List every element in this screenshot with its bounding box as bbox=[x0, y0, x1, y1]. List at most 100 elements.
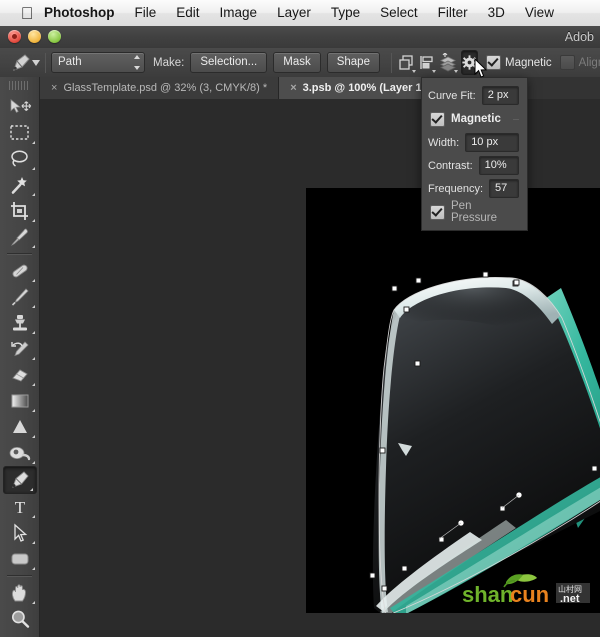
contrast-label: Contrast: bbox=[428, 159, 473, 172]
minimize-button[interactable] bbox=[28, 30, 41, 43]
path-operations-icon[interactable] bbox=[397, 51, 417, 75]
width-input[interactable]: 10 px bbox=[465, 133, 519, 152]
magnetic-option[interactable]: Magnetic bbox=[485, 55, 552, 70]
history-brush-tool[interactable] bbox=[2, 336, 38, 362]
zoom-button[interactable] bbox=[48, 30, 61, 43]
image-artwork bbox=[306, 188, 600, 613]
menu-item-file[interactable]: File bbox=[125, 0, 167, 26]
lasso-tool[interactable] bbox=[2, 146, 38, 172]
panel-drag-grip[interactable] bbox=[9, 81, 30, 90]
stepper-arrows-icon bbox=[132, 55, 141, 70]
close-icon[interactable]: × bbox=[290, 82, 296, 94]
tool-expand-nub-icon bbox=[31, 435, 35, 438]
make-selection-button[interactable]: Selection... bbox=[190, 52, 268, 73]
path-selection-tool[interactable] bbox=[2, 520, 38, 546]
tool-expand-nub-icon bbox=[31, 541, 35, 544]
contrast-input[interactable]: 10% bbox=[478, 156, 519, 175]
site-watermark: shan cun 山村网 .net bbox=[460, 573, 592, 607]
brush-tool[interactable] bbox=[2, 284, 38, 310]
width-label: Width: bbox=[428, 136, 460, 149]
blur-tool[interactable] bbox=[2, 414, 38, 440]
apple-logo-icon[interactable]:  bbox=[14, 5, 40, 22]
tool-expand-nub-icon bbox=[31, 515, 35, 518]
window-controls bbox=[8, 30, 61, 43]
tool-expand-nub-icon bbox=[31, 357, 35, 360]
curve-fit-row: Curve Fit: 2 px bbox=[422, 84, 527, 107]
pen-pressure-checkbox[interactable] bbox=[430, 204, 445, 220]
zoom-tool[interactable] bbox=[2, 606, 38, 632]
close-icon[interactable]: × bbox=[51, 82, 57, 94]
tool-expand-nub-icon bbox=[31, 167, 35, 170]
rectangle-tool[interactable] bbox=[2, 546, 38, 572]
tool-expand-nub-icon bbox=[31, 601, 35, 604]
healing-brush-tool[interactable] bbox=[2, 258, 38, 284]
tool-expand-nub-icon bbox=[31, 461, 35, 464]
path-alignment-icon[interactable] bbox=[417, 51, 437, 75]
watermark-suffix: .net bbox=[560, 593, 580, 605]
tool-expand-nub-icon bbox=[31, 141, 35, 144]
crop-tool[interactable] bbox=[2, 198, 38, 224]
move-tool[interactable] bbox=[2, 94, 38, 120]
menu-item-view[interactable]: View bbox=[515, 0, 564, 26]
align-edges-checkbox[interactable] bbox=[559, 55, 575, 70]
pen-tool[interactable] bbox=[2, 466, 37, 494]
options-divider-2 bbox=[390, 52, 392, 73]
menu-item-photoshop[interactable]: Photoshop bbox=[40, 0, 125, 26]
make-mask-button[interactable]: Mask bbox=[273, 52, 321, 73]
menu-item-3d[interactable]: 3D bbox=[478, 0, 515, 26]
pen-pressure-row[interactable]: Pen Pressure bbox=[422, 200, 527, 224]
eraser-tool[interactable] bbox=[2, 362, 38, 388]
flyout-magnetic-checkbox[interactable] bbox=[430, 111, 445, 127]
width-row: Width: 10 px bbox=[422, 131, 527, 154]
svg-text:T: T bbox=[14, 498, 25, 517]
make-shape-button[interactable]: Shape bbox=[326, 52, 380, 73]
type-tool[interactable]: T bbox=[2, 494, 38, 520]
menu-item-select[interactable]: Select bbox=[370, 0, 428, 26]
path-mode-select[interactable]: Path bbox=[51, 52, 145, 73]
make-label: Make: bbox=[153, 56, 185, 69]
magnetic-checkbox[interactable] bbox=[485, 55, 501, 70]
pen-tool-icon[interactable] bbox=[10, 48, 32, 77]
align-edges-option[interactable]: Align E bbox=[559, 55, 600, 70]
curve-fit-input[interactable]: 2 px bbox=[481, 86, 519, 105]
menu-item-filter[interactable]: Filter bbox=[428, 0, 478, 26]
document-tab-glasstemplate[interactable]: × GlassTemplate.psd @ 32% (3, CMYK/8) * bbox=[40, 77, 280, 99]
tool-expand-nub-icon bbox=[31, 383, 35, 386]
gradient-tool[interactable] bbox=[2, 388, 38, 414]
flyout-magnetic-label: Magnetic bbox=[451, 113, 501, 125]
menu-item-layer[interactable]: Layer bbox=[267, 0, 321, 26]
watermark-text-orange: cun bbox=[510, 582, 549, 607]
path-arrangement-icon[interactable] bbox=[437, 51, 459, 75]
macos-menu-bar:  Photoshop File Edit Image Layer Type S… bbox=[0, 0, 600, 27]
geometry-options-flyout: Curve Fit: 2 px Magnetic Width: 10 px Co… bbox=[421, 77, 528, 231]
tools-panel: T bbox=[0, 77, 40, 637]
align-edges-label: Align E bbox=[578, 56, 600, 69]
magnetic-toggle-row[interactable]: Magnetic bbox=[422, 107, 527, 131]
magnetic-label: Magnetic bbox=[504, 56, 552, 69]
tool-expand-nub-icon bbox=[31, 193, 35, 196]
menu-item-image[interactable]: Image bbox=[210, 0, 268, 26]
eyedropper-tool[interactable] bbox=[2, 224, 38, 250]
close-button[interactable] bbox=[8, 30, 21, 43]
tool-expand-nub-icon bbox=[31, 305, 35, 308]
pen-pressure-label: Pen Pressure bbox=[451, 200, 498, 224]
tool-expand-nub-icon bbox=[31, 409, 35, 412]
tool-preset-chevron-down-icon[interactable] bbox=[32, 59, 40, 66]
frequency-input[interactable]: 57 bbox=[489, 179, 519, 198]
rectangular-marquee-tool[interactable] bbox=[2, 120, 38, 146]
clone-stamp-tool[interactable] bbox=[2, 310, 38, 336]
frequency-row: Frequency: 57 bbox=[422, 177, 527, 200]
magic-wand-tool[interactable] bbox=[2, 172, 38, 198]
dodge-tool[interactable] bbox=[2, 440, 38, 466]
geometry-options-gear-icon[interactable] bbox=[460, 50, 478, 75]
tool-separator bbox=[7, 575, 32, 577]
tool-expand-nub-icon bbox=[31, 245, 35, 248]
hand-tool[interactable] bbox=[2, 580, 38, 606]
menu-item-edit[interactable]: Edit bbox=[166, 0, 209, 26]
menu-item-type[interactable]: Type bbox=[321, 0, 370, 26]
frequency-label: Frequency: bbox=[428, 182, 484, 195]
document-tab-3psb[interactable]: × 3.psb @ 100% (Layer 1, bbox=[279, 77, 437, 99]
watermark-text-green: shan bbox=[462, 582, 513, 607]
options-divider-1 bbox=[45, 52, 46, 73]
document-canvas[interactable]: shan cun 山村网 .net bbox=[306, 188, 600, 613]
